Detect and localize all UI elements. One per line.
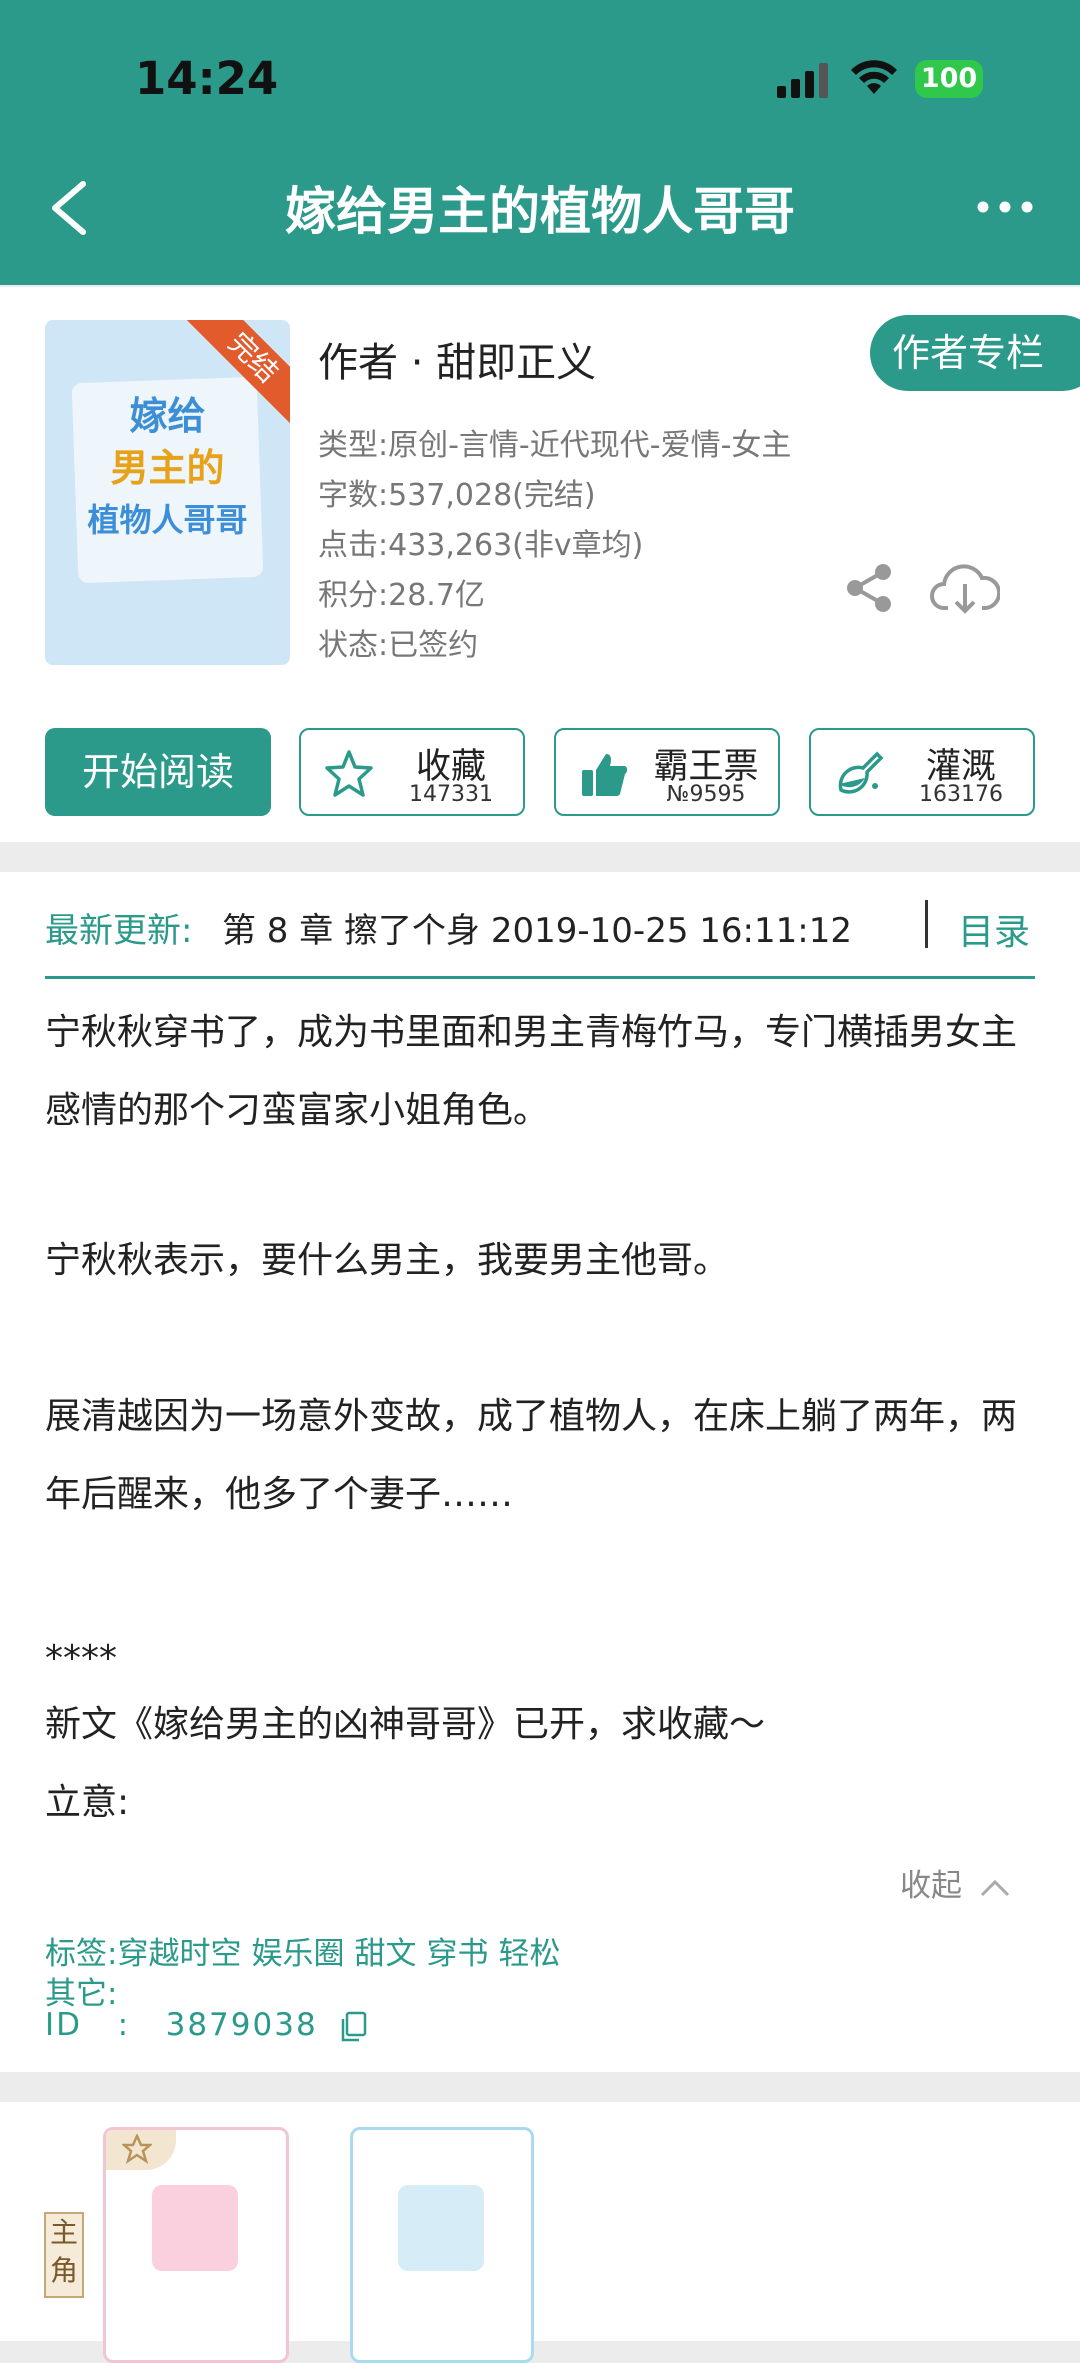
page-title: 嫁给男主的植物人哥哥 [284, 183, 795, 242]
latest-chapter[interactable]: 第 8 章 擦了个身 2019-10-25 16:11:12 [222, 903, 852, 952]
synopsis-intent: 立意: [45, 1782, 130, 1823]
meta-word-count: 字数:537,028(完结) [318, 478, 596, 513]
collapse-toggle[interactable]: 收起 [900, 1860, 1012, 1905]
divider [925, 900, 928, 948]
author-column-button[interactable]: 作者专栏 [870, 315, 1080, 391]
tag-item[interactable]: 甜文 [354, 1936, 416, 1972]
tag-item[interactable]: 穿越时空 [117, 1936, 241, 1972]
watering-flask-icon [838, 751, 884, 794]
share-icon[interactable] [843, 562, 895, 614]
tag-item[interactable]: 轻松 [498, 1936, 560, 1972]
chevron-up-icon [980, 1879, 1009, 1896]
collect-count: 147331 [409, 782, 493, 807]
cellular-signal-icon [777, 63, 828, 98]
meta-genre: 类型:原创-言情-近代现代-爱情-女主 [318, 428, 792, 463]
synopsis-new-book: 新文《嫁给男主的凶神哥哥》已开，求收藏～ [45, 1704, 766, 1745]
tag-item[interactable]: 穿书 [426, 1936, 488, 1972]
star-icon [325, 750, 373, 797]
protagonist-badge: 主角 [44, 2212, 84, 2298]
author-name[interactable]: 作者 · 甜即正义 [318, 330, 596, 388]
synopsis-paragraph-2: 宁秋秋表示，要什么男主，我要男主他哥。 [45, 1240, 730, 1281]
start-reading-button[interactable]: 开始阅读 [45, 728, 271, 816]
battery-indicator: 100 [915, 60, 983, 98]
id-row: ID : 3879038 [45, 2007, 368, 2043]
table-of-contents-link[interactable]: 目录 [958, 903, 1030, 955]
status-time: 14:24 [135, 52, 279, 105]
id-label: ID [45, 2007, 83, 2043]
section-rule [45, 976, 1035, 979]
tags-row: 标签:穿越时空 娱乐圈 甜文 穿书 轻松 [45, 1928, 570, 1973]
collect-button[interactable]: 收藏 147331 [299, 728, 525, 816]
synopsis-paragraph-3: 展清越因为一场意外变故，成了植物人，在床上躺了两年，两年后醒来，他多了个妻子…… [45, 1396, 1018, 1515]
id-value: 3879038 [165, 2007, 318, 2043]
star-icon [122, 2134, 152, 2164]
thumbs-up-icon [582, 754, 628, 796]
water-count: 163176 [919, 782, 1003, 807]
meta-points: 积分:28.7亿 [318, 578, 485, 613]
avatar [398, 2185, 484, 2271]
download-icon[interactable] [930, 560, 1000, 616]
copy-icon[interactable] [338, 2011, 368, 2043]
wifi-icon [851, 60, 897, 94]
ticket-button[interactable]: 霸王票 №9595 [554, 728, 780, 816]
more-options-icon[interactable] [975, 195, 1035, 219]
tags-label: 标签: [45, 1936, 118, 1972]
meta-status: 状态:已签约 [318, 628, 479, 663]
avatar [152, 2185, 238, 2271]
back-icon[interactable] [45, 178, 95, 238]
meta-clicks: 点击:433,263(非v章均) [318, 528, 644, 563]
water-button[interactable]: 灌溉 163176 [809, 728, 1035, 816]
collapse-label: 收起 [900, 1868, 962, 1904]
book-cover[interactable]: 嫁给 男主的 植物人哥哥 完结 [45, 320, 290, 665]
synopsis-paragraph-1: 宁秋秋穿书了，成为书里面和男主青梅竹马，专门横插男女主感情的那个刁蛮富家小姐角色… [45, 1012, 1018, 1131]
tag-item[interactable]: 娱乐圈 [251, 1936, 344, 1972]
cover-title: 嫁给 男主的 植物人哥哥 [87, 394, 248, 539]
ticket-rank: №9595 [666, 782, 746, 807]
latest-update-label: 最新更新: [45, 911, 193, 951]
